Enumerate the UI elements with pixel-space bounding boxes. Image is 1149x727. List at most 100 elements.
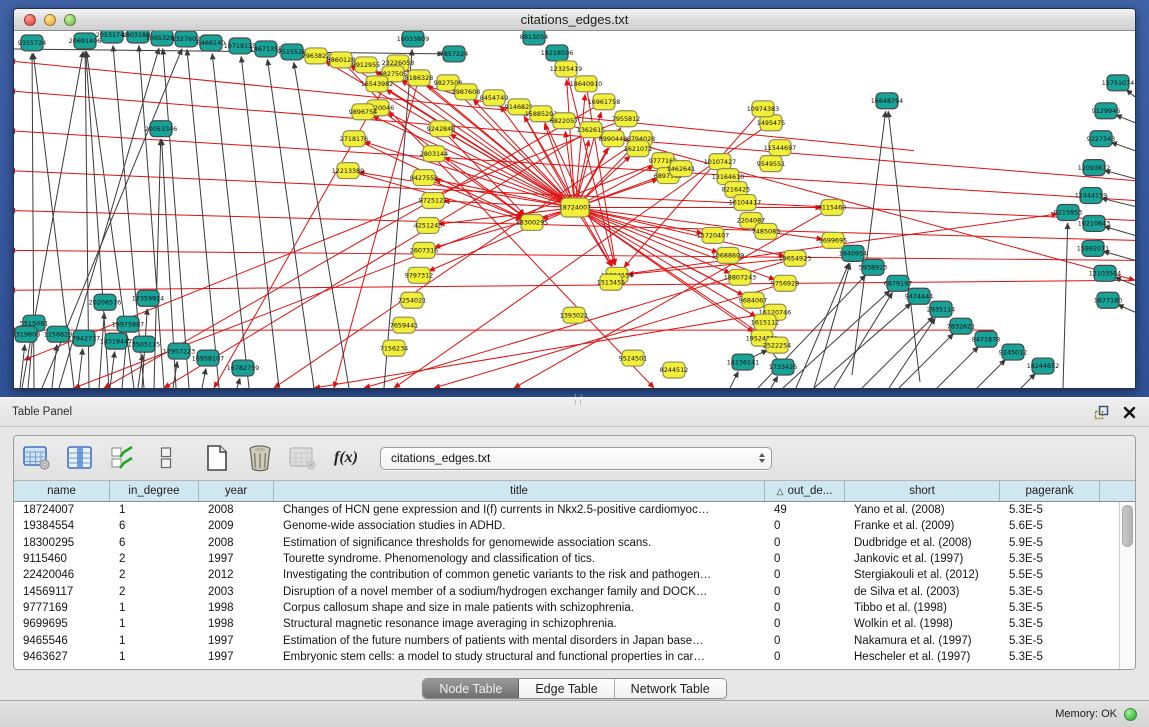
select-column-button[interactable] — [65, 443, 95, 473]
tab-node-table[interactable]: Node Table — [423, 679, 519, 698]
graph-node[interactable]: 16961758 — [588, 94, 620, 110]
graph-node[interactable]: 9474444 — [905, 288, 933, 304]
new-table-button[interactable] — [202, 443, 232, 473]
graph-node[interactable]: 8186328 — [405, 70, 433, 86]
table-row[interactable]: 1938455462009Genome-wide association stu… — [14, 518, 1119, 534]
graph-node[interactable]: 9115460 — [818, 200, 846, 216]
graph-node[interactable]: 1677180 — [1094, 292, 1122, 308]
graph-node[interactable]: 18724007 — [559, 198, 591, 217]
graph-node[interactable]: 1393021 — [560, 307, 588, 323]
graph-node[interactable]: 8912955 — [352, 57, 380, 73]
graph-node[interactable]: 9756928 — [771, 275, 799, 291]
graph-node[interactable]: 9797312 — [405, 267, 433, 283]
graph-node[interactable]: 8427552 — [410, 170, 438, 186]
table-row[interactable]: 1830029562008Estimation of significance … — [14, 535, 1119, 551]
graph-node[interactable]: 2718176 — [340, 131, 368, 147]
column-header-title[interactable]: title — [274, 481, 765, 501]
table-row[interactable]: 946362711997Embryonic stem cells: a mode… — [14, 649, 1119, 665]
graph-node[interactable]: 18640910 — [570, 76, 602, 92]
column-header-name[interactable]: name — [14, 481, 110, 501]
graph-node[interactable]: 7955812 — [612, 111, 640, 127]
graph-node[interactable]: 17942737 — [68, 330, 100, 346]
graph-node[interactable]: 20206576 — [89, 294, 121, 310]
graph-node[interactable]: 20053346 — [145, 121, 177, 137]
graph-node[interactable]: 7659441 — [390, 317, 418, 333]
column-header-short[interactable]: short — [845, 481, 1000, 501]
graph-node[interactable]: 8813054 — [520, 31, 548, 45]
table-row[interactable]: 977716911998Corpus callosum shape and si… — [14, 600, 1119, 616]
table-row[interactable]: 1872400712008Changes of HCN gene express… — [14, 502, 1119, 518]
graph-node[interactable]: 9549551 — [757, 156, 785, 172]
table-settings-button[interactable] — [22, 443, 52, 473]
graph-node[interactable]: 12213389 — [332, 163, 364, 179]
select-all-button[interactable] — [108, 443, 138, 473]
graph-node[interactable]: 9215953 — [1054, 205, 1082, 221]
table-vertical-scrollbar[interactable] — [1119, 502, 1135, 669]
close-panel-button[interactable] — [1121, 404, 1137, 420]
tab-network-table[interactable]: Network Table — [615, 679, 726, 698]
graph-node[interactable]: 15751074 — [1102, 75, 1134, 91]
table-row[interactable]: 2242004622012Investigating the contribut… — [14, 567, 1119, 583]
graph-node[interactable]: 19218506 — [541, 45, 573, 61]
graph-node[interactable]: 17957223 — [163, 343, 195, 359]
graph-node[interactable]: 6466140 — [197, 35, 225, 51]
graph-node[interactable]: 12325419 — [550, 61, 582, 77]
graph-node[interactable]: 12103504 — [1089, 265, 1121, 281]
graph-node[interactable]: 7254021 — [398, 292, 426, 308]
table-source-select[interactable]: citations_edges.txt — [380, 447, 772, 470]
column-header-pagerank[interactable]: pagerank — [1000, 481, 1100, 501]
float-panel-button[interactable] — [1093, 404, 1109, 420]
graph-node[interactable]: 2803144 — [420, 146, 448, 162]
network-view-window[interactable]: citations_edges.txt 93557242069140620531… — [13, 8, 1136, 389]
graph-node[interactable]: 5938923 — [859, 259, 887, 275]
delete-table-button[interactable] — [245, 443, 275, 473]
graph-node[interactable]: 15992071 — [1077, 240, 1109, 256]
graph-node[interactable]: 7832621 — [947, 318, 975, 334]
graph-node[interactable]: 2987608 — [452, 84, 480, 100]
graph-node[interactable]: 9227343 — [1087, 131, 1115, 147]
zoom-window-button[interactable] — [64, 14, 76, 26]
graph-node[interactable]: 12444159 — [1075, 188, 1107, 204]
column-header-out_de[interactable]: △out_de... — [765, 481, 845, 501]
graph-node[interactable]: 6879197 — [884, 275, 912, 291]
graph-node[interactable]: 9129946 — [1092, 103, 1120, 119]
graph-node[interactable]: 2935114 — [927, 301, 955, 317]
graph-node[interactable]: 9725121 — [419, 193, 447, 209]
unselect-all-button[interactable] — [151, 443, 181, 473]
graph-node[interactable]: 18244652 — [1027, 358, 1059, 374]
graph-node[interactable]: 9699695 — [819, 232, 847, 248]
graph-node[interactable]: 16782759 — [227, 360, 259, 376]
graph-node[interactable]: 9355724 — [18, 35, 46, 51]
graph-node[interactable]: 8471878 — [972, 331, 1000, 347]
graph-node[interactable]: 9684067 — [739, 292, 767, 308]
graph-node[interactable]: 1621072 — [624, 141, 652, 157]
graph-node[interactable]: 9245012 — [999, 344, 1027, 360]
graph-node[interactable]: 7857224 — [440, 46, 468, 62]
graph-node[interactable]: 16033809 — [397, 31, 429, 47]
table-row[interactable]: 969969511998Structural magnetic resonanc… — [14, 616, 1119, 632]
graph-node[interactable]: 2607316 — [410, 242, 438, 258]
minimize-window-button[interactable] — [44, 14, 56, 26]
column-header-year[interactable]: year — [199, 481, 274, 501]
panel-drag-grip[interactable] — [575, 400, 581, 405]
graph-node[interactable]: 2522254 — [763, 337, 791, 353]
table-row[interactable]: 911546021997Tourette syndrome. Phenomeno… — [14, 551, 1119, 567]
graph-node[interactable]: 1513455 — [597, 274, 625, 290]
graph-node[interactable]: 9242848 — [427, 121, 455, 137]
column-header-in_degree[interactable]: in_degree — [110, 481, 199, 501]
table-row[interactable]: 946554611997Estimation of the future num… — [14, 632, 1119, 648]
graph-node[interactable]: 7485083 — [752, 223, 780, 239]
graph-node[interactable]: 9896754 — [349, 104, 377, 120]
graph-node[interactable]: 7156234 — [380, 340, 408, 356]
graph-node[interactable]: 9524501 — [619, 350, 647, 366]
tab-edge-table[interactable]: Edge Table — [519, 679, 614, 698]
graph-node[interactable]: 8244512 — [660, 362, 688, 378]
graph-node[interactable]: 6822057 — [550, 113, 578, 129]
network-canvas[interactable]: 9355724206914062053174818031889106532871… — [14, 31, 1135, 388]
function-builder-button[interactable]: f(x) — [331, 443, 361, 473]
graph-node[interactable]: 1615112 — [751, 314, 779, 330]
network-window-titlebar[interactable]: citations_edges.txt — [14, 9, 1135, 31]
network-canvas-area[interactable]: 9355724206914062053174818031889106532871… — [14, 31, 1135, 388]
graph-node[interactable]: 1462641 — [667, 161, 695, 177]
graph-node[interactable]: 16648794 — [871, 93, 903, 109]
